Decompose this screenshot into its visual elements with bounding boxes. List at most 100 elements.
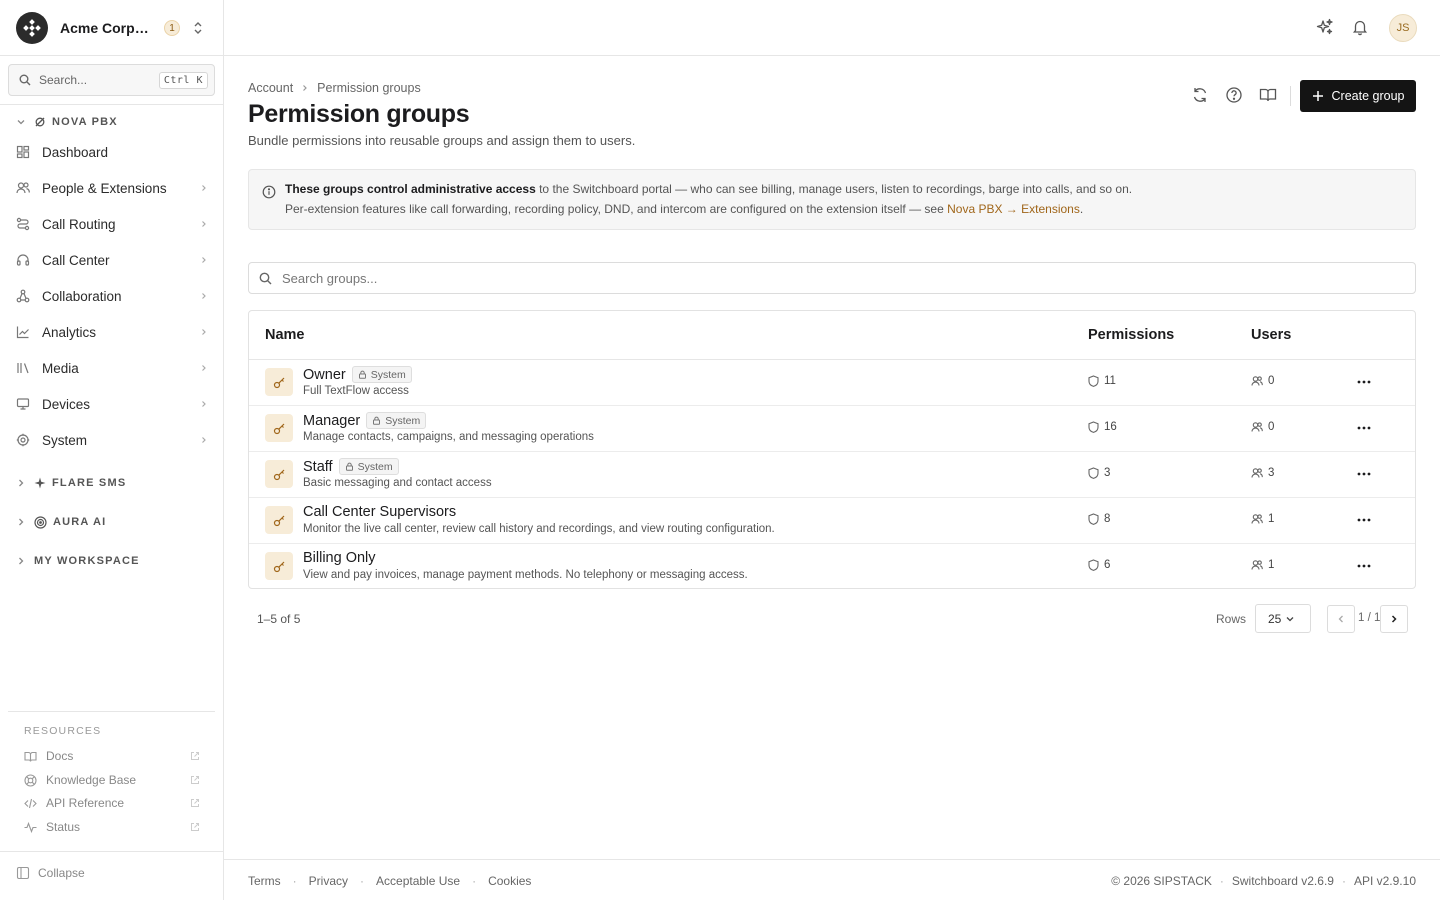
resource-label: Status xyxy=(46,820,81,834)
sidebar-item-label: Devices xyxy=(42,396,91,412)
org-switcher[interactable]: Acme Corporation 1 xyxy=(16,12,216,44)
footer-link-cookies[interactable]: Cookies xyxy=(488,874,531,888)
breadcrumb-account[interactable]: Account xyxy=(248,81,293,95)
collaboration-icon xyxy=(16,289,34,303)
rows-per-page-select[interactable]: 25 xyxy=(1255,604,1311,633)
user-count: 1 xyxy=(1251,559,1274,571)
external-link-icon xyxy=(190,822,200,832)
collapse-label: Collapse xyxy=(38,866,85,880)
column-users[interactable]: Users xyxy=(1251,327,1291,343)
permission-count-value: 11 xyxy=(1104,375,1116,387)
user-count: 0 xyxy=(1251,375,1274,387)
code-icon xyxy=(24,797,38,810)
permission-count-value: 6 xyxy=(1104,559,1111,571)
copyright: © 2026 SIPSTACK xyxy=(1111,874,1212,888)
sidebar-item-system[interactable]: System xyxy=(16,426,208,454)
sidebar-search-placeholder: Search... xyxy=(39,73,88,87)
chevron-right-icon xyxy=(200,328,208,336)
book-open-icon[interactable] xyxy=(1259,86,1279,106)
resource-status[interactable]: Status xyxy=(24,817,200,837)
resource-label: Docs xyxy=(46,749,74,763)
sparkle-icon xyxy=(34,477,46,489)
group-search-input[interactable]: Search groups... xyxy=(248,262,1416,294)
section-label: FLARE SMS xyxy=(52,477,127,489)
notice-bold: These groups control administrative acce… xyxy=(285,182,536,196)
help-icon[interactable] xyxy=(1225,86,1245,106)
table-row[interactable]: Call Center Supervisors Monitor the live… xyxy=(249,498,1415,544)
group-name: Call Center Supervisors xyxy=(303,504,456,520)
sidebar-item-people-extensions[interactable]: People & Extensions xyxy=(16,174,208,202)
chevron-right-icon xyxy=(200,400,208,408)
notice-line-2-suffix: . xyxy=(1079,202,1084,216)
previous-page-button[interactable] xyxy=(1327,605,1355,633)
column-permissions[interactable]: Permissions xyxy=(1088,327,1174,343)
lock-icon xyxy=(345,462,353,471)
user-avatar[interactable]: JS xyxy=(1389,14,1417,42)
dashboard-icon xyxy=(16,145,34,159)
info-icon xyxy=(262,185,276,199)
create-group-button[interactable]: Create group xyxy=(1300,80,1416,112)
pulse-icon xyxy=(24,821,38,834)
sidebar-divider xyxy=(8,711,215,712)
footer-link-privacy[interactable]: Privacy xyxy=(309,874,348,888)
section-aura-ai[interactable]: AURA AI xyxy=(16,512,216,532)
footer: Terms · Privacy · Acceptable Use · Cooki… xyxy=(224,859,1440,900)
footer-link-terms[interactable]: Terms xyxy=(248,874,281,888)
collapse-sidebar-button[interactable]: Collapse xyxy=(16,866,85,880)
users-icon xyxy=(1251,514,1263,524)
more-horizontal-icon[interactable] xyxy=(1356,558,1372,574)
sidebar-item-label: Call Center xyxy=(42,252,110,268)
footer-link-acceptable-use[interactable]: Acceptable Use xyxy=(376,874,460,888)
user-count-value: 0 xyxy=(1268,421,1275,433)
pagination-range: 1–5 of 5 xyxy=(257,612,301,626)
sidebar-item-label: Analytics xyxy=(42,324,97,340)
extensions-link[interactable]: Nova PBX → Extensions xyxy=(947,202,1080,216)
more-horizontal-icon[interactable] xyxy=(1356,374,1372,390)
table-row[interactable]: Owner System Full TextFlow access 11 0 xyxy=(249,360,1415,406)
headset-icon xyxy=(16,253,34,267)
resource-api-reference[interactable]: API Reference xyxy=(24,793,200,813)
table-row[interactable]: Billing Only View and pay invoices, mana… xyxy=(249,544,1415,590)
sparkles-icon[interactable] xyxy=(1316,18,1336,38)
section-nova-pbx[interactable]: NOVA PBX xyxy=(16,112,216,132)
sidebar-item-collaboration[interactable]: Collaboration xyxy=(16,282,208,310)
section-my-workspace[interactable]: MY WORKSPACE xyxy=(16,551,216,571)
footer-links: Terms · Privacy · Acceptable Use · Cooki… xyxy=(248,874,531,888)
footer-separator: · xyxy=(360,874,365,888)
group-name: Owner System xyxy=(303,366,412,383)
table-row[interactable]: Manager System Manage contacts, campaign… xyxy=(249,406,1415,452)
users-icon xyxy=(1251,468,1263,478)
more-horizontal-icon[interactable] xyxy=(1356,420,1372,436)
resource-knowledge-base[interactable]: Knowledge Base xyxy=(24,770,200,790)
shield-icon xyxy=(1088,559,1099,571)
sidebar-item-devices[interactable]: Devices xyxy=(16,390,208,418)
group-name: Manager System xyxy=(303,412,427,429)
refresh-icon[interactable] xyxy=(1191,86,1211,106)
sidebar-item-call-routing[interactable]: Call Routing xyxy=(16,210,208,238)
devices-icon xyxy=(16,397,34,411)
chevron-up-down-icon[interactable] xyxy=(192,21,204,35)
sidebar-search[interactable]: Search... Ctrl K xyxy=(8,64,215,96)
search-icon xyxy=(259,272,272,285)
group-description: Monitor the live call center, review cal… xyxy=(303,523,775,535)
more-horizontal-icon[interactable] xyxy=(1356,512,1372,528)
permission-count-value: 3 xyxy=(1104,467,1111,479)
system-badge: System xyxy=(351,366,412,383)
section-flare-sms[interactable]: FLARE SMS xyxy=(16,473,216,493)
more-horizontal-icon[interactable] xyxy=(1356,466,1372,482)
sidebar-item-media[interactable]: Media xyxy=(16,354,208,382)
sidebar-divider xyxy=(0,851,223,852)
table-row[interactable]: Staff System Basic messaging and contact… xyxy=(249,452,1415,498)
column-name[interactable]: Name xyxy=(265,327,305,343)
sidebar-item-analytics[interactable]: Analytics xyxy=(16,318,208,346)
permission-count: 6 xyxy=(1088,559,1110,571)
bell-icon[interactable] xyxy=(1351,18,1371,38)
sidebar-item-call-center[interactable]: Call Center xyxy=(16,246,208,274)
sidebar-item-label: Collaboration xyxy=(42,288,122,304)
next-page-button[interactable] xyxy=(1380,605,1408,633)
resource-docs[interactable]: Docs xyxy=(24,746,200,766)
notice-line-2: Per-extension features like call forward… xyxy=(285,202,1083,216)
group-name: Billing Only xyxy=(303,550,376,566)
lock-icon xyxy=(373,416,381,425)
sidebar-item-dashboard[interactable]: Dashboard xyxy=(16,138,208,166)
